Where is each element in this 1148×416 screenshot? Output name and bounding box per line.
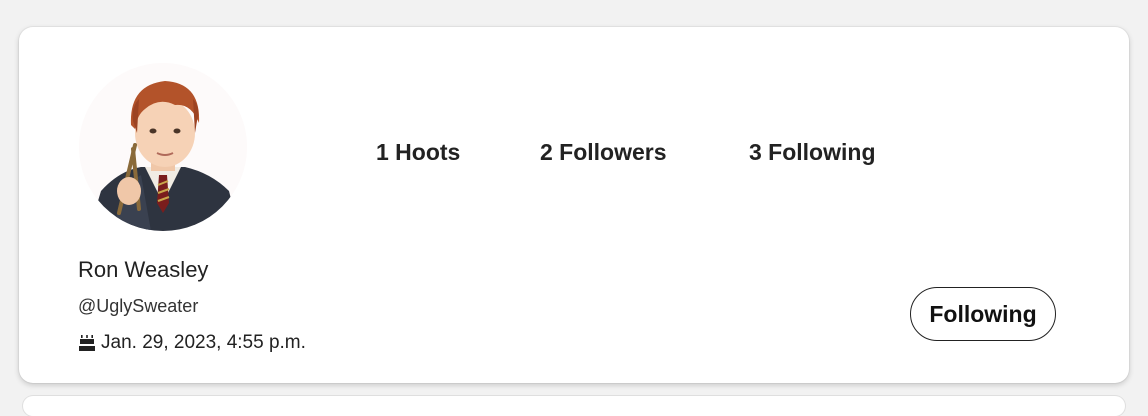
following-button[interactable]: Following xyxy=(910,287,1056,341)
joined-date: Jan. 29, 2023, 4:55 p.m. xyxy=(78,332,306,354)
following-count[interactable]: 3 Following xyxy=(749,139,876,166)
user-handle: @UglySweater xyxy=(78,296,199,316)
hoots-count[interactable]: 1 Hoots xyxy=(376,139,460,166)
birthday-cake-icon xyxy=(78,334,96,352)
followers-count[interactable]: 2 Followers xyxy=(540,139,667,166)
avatar-image xyxy=(79,63,247,231)
joined-date-text: Jan. 29, 2023, 4:55 p.m. xyxy=(101,332,306,353)
profile-card: 1 Hoots 2 Followers 3 Following Ron Weas… xyxy=(19,27,1129,383)
avatar xyxy=(79,63,247,231)
display-name: Ron Weasley xyxy=(78,257,209,282)
next-card xyxy=(23,396,1125,416)
